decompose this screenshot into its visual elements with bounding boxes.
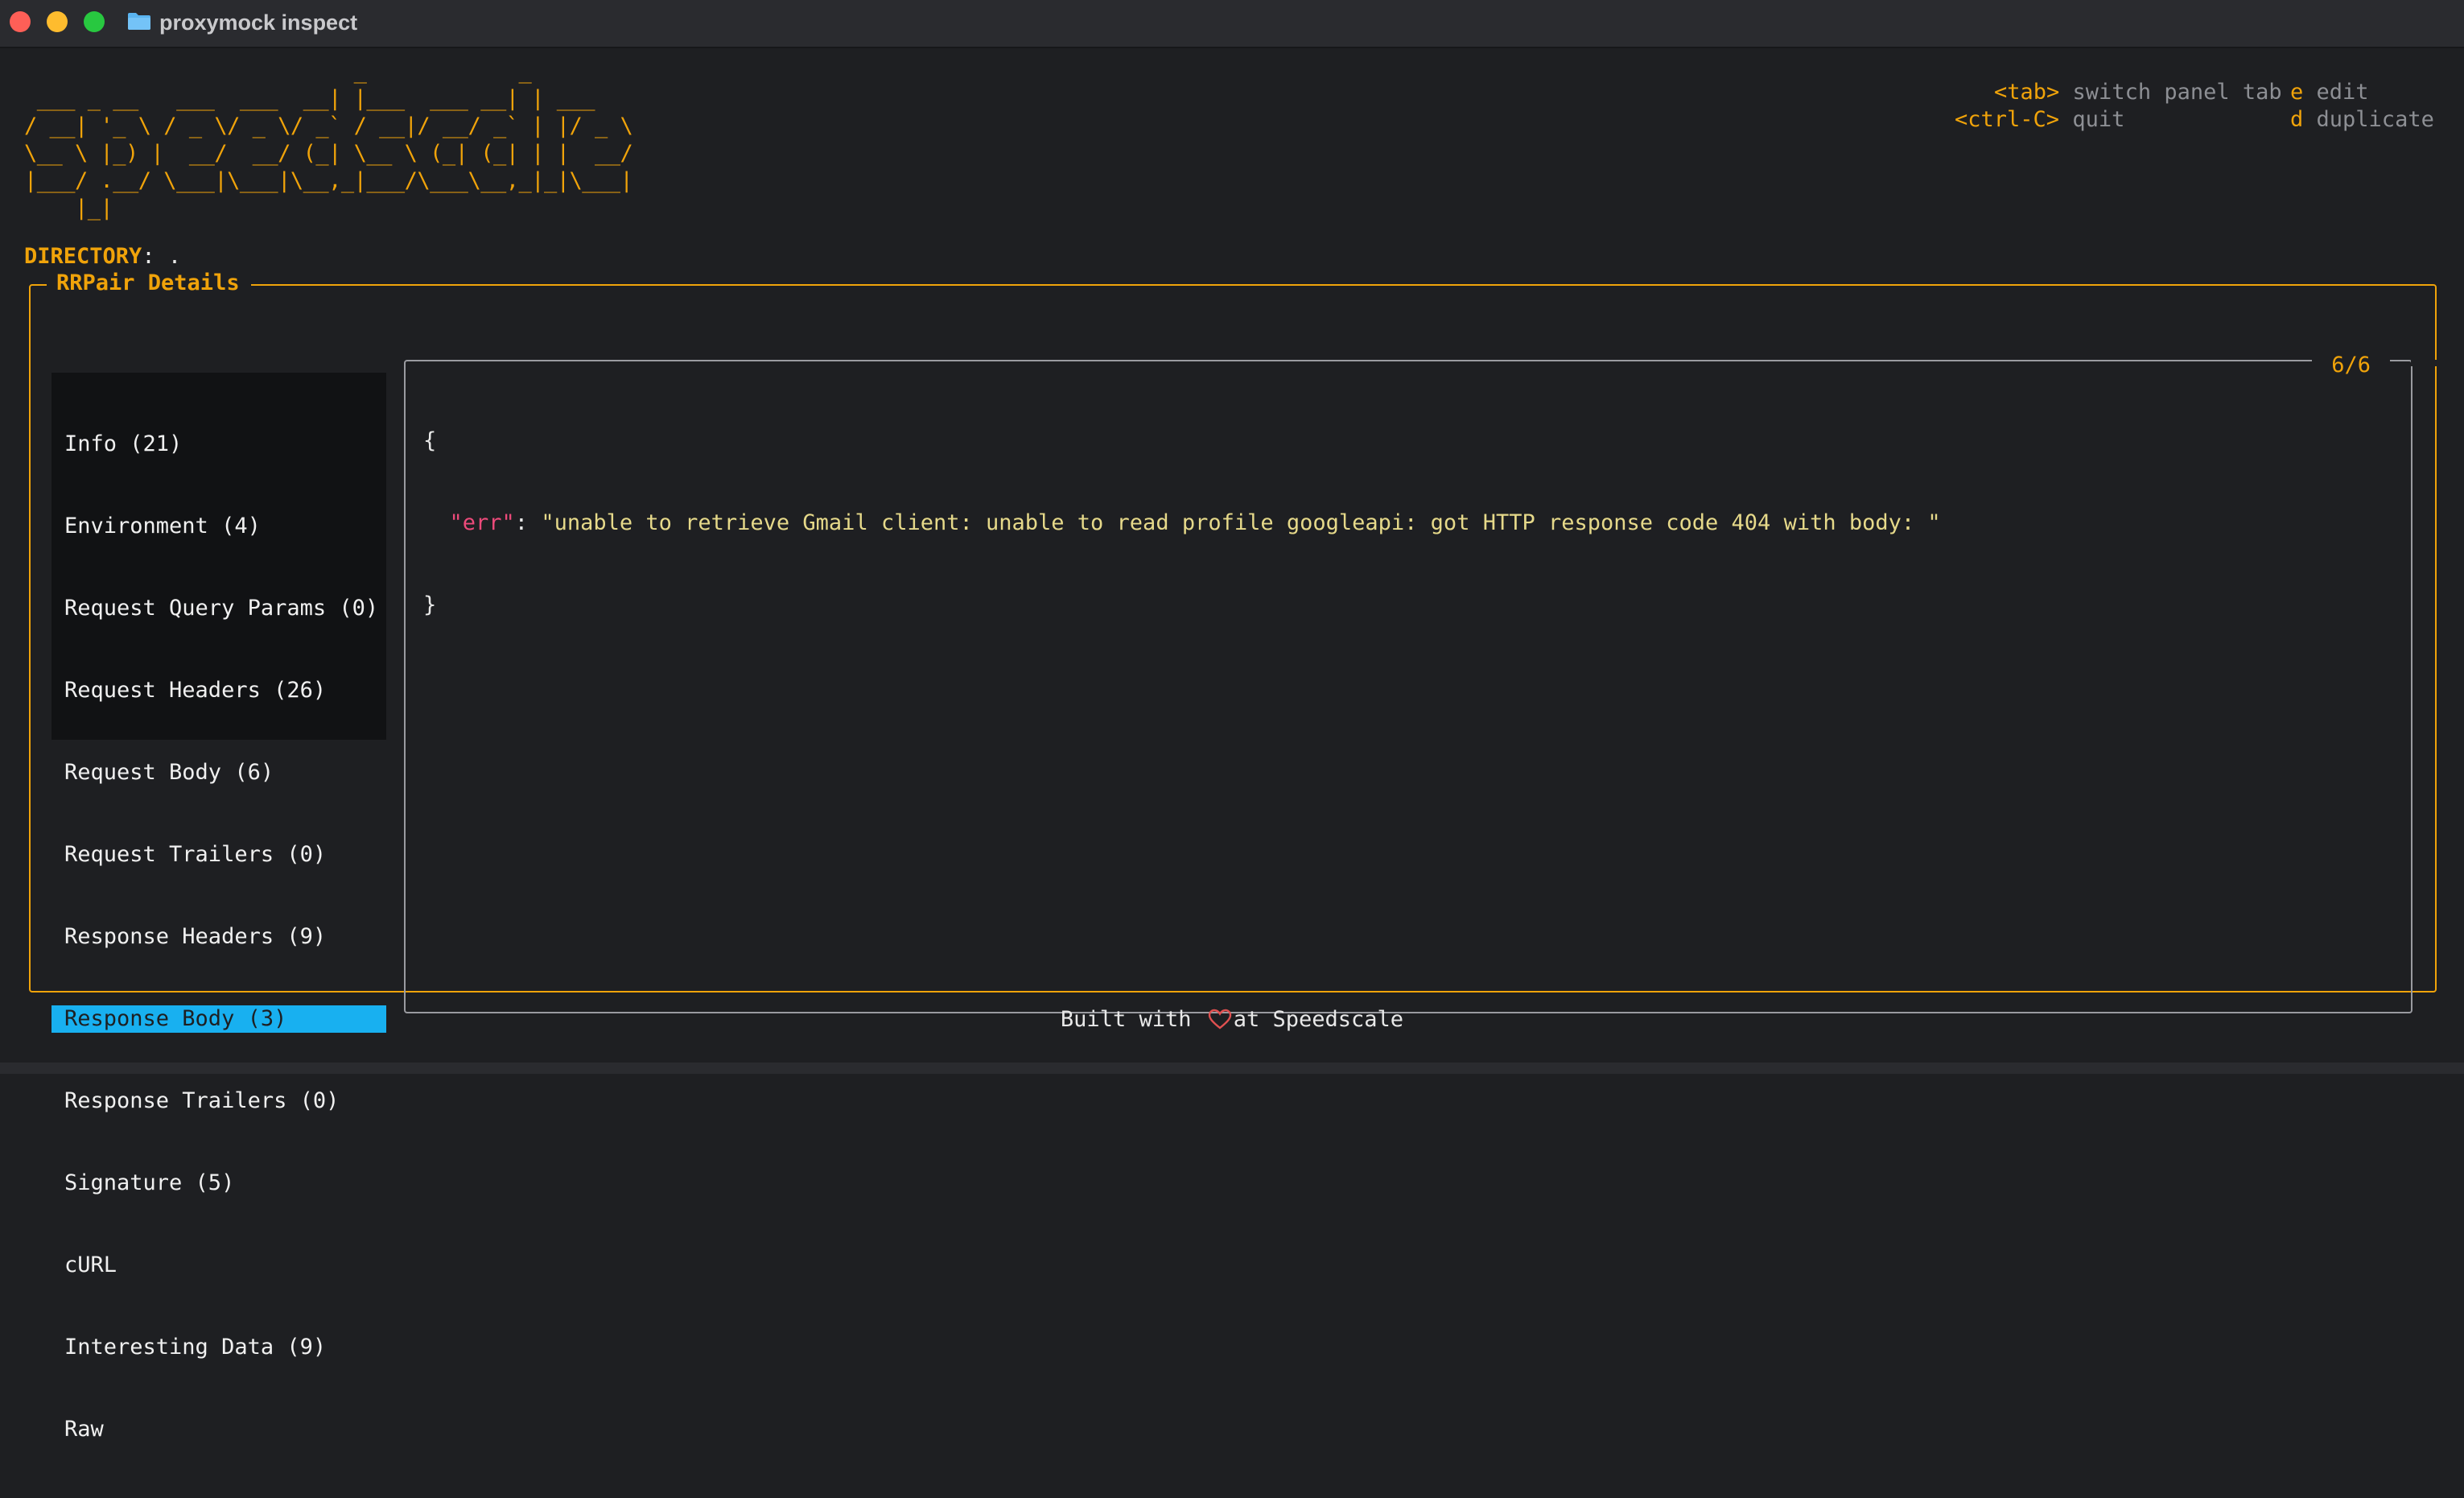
tab-request-trailers[interactable]: Request Trailers (0) (52, 841, 386, 869)
tab-curl[interactable]: cURL (52, 1252, 386, 1279)
ascii-logo-line: |_| (24, 196, 113, 221)
json-key: "err" (449, 510, 515, 535)
tab-response-headers[interactable]: Response Headers (9) (52, 923, 386, 951)
ascii-logo-line: ___ _ __ ___ ___ __| |___ ___ __| | ___ (24, 86, 595, 111)
response-body-view[interactable]: 6/6 { "err": "unable to retrieve Gmail c… (404, 352, 2446, 1013)
footer-suffix: at Speedscale (1233, 1007, 1404, 1032)
ascii-logo-line: \__ \ |_) | __/ __/ (_| \__ \ (_| (_| | … (24, 141, 633, 166)
rrpair-details-panel: RRPair Details Info (21) Environment (4)… (29, 270, 2446, 1442)
tab-request-query-params[interactable]: Request Query Params (0) (52, 595, 386, 622)
bottom-strip (0, 1063, 2464, 1074)
tab-info[interactable]: Info (21) (52, 431, 386, 458)
panel-title: RRPair Details (47, 270, 251, 297)
help-key: d (2290, 107, 2304, 132)
help-key: e (2290, 80, 2304, 105)
directory-value: . (167, 244, 182, 269)
help-item-duplicate: d duplicate (2290, 106, 2434, 134)
json-colon: : (514, 510, 542, 535)
footer-prefix: Built with (1060, 1007, 1205, 1032)
json-close-brace: } (423, 592, 437, 617)
help-label: switch panel tab (2072, 80, 2282, 105)
help-label: edit (2316, 80, 2369, 105)
tab-request-headers[interactable]: Request Headers (26) (52, 677, 386, 704)
minimize-window-button[interactable] (47, 11, 68, 32)
json-entry: "err": "unable to retrieve Gmail client:… (423, 510, 1941, 537)
tab-request-body[interactable]: Request Body (6) (52, 759, 386, 786)
ascii-logo-line: / __| '_ \ / _ \/ _ \/ _` / __|/ __/ _` … (24, 113, 633, 138)
help-key: <tab> (1994, 80, 2060, 105)
help-label: quit (2072, 107, 2125, 132)
help-item-switch-tab: <tab> switch panel tab (1994, 79, 2282, 106)
close-window-button[interactable] (10, 11, 31, 32)
help-item-quit: <ctrl-C> quit (1955, 106, 2124, 134)
directory-separator: : (142, 244, 168, 269)
tab-interesting-data[interactable]: Interesting Data (9) (52, 1334, 386, 1361)
folder-icon (128, 13, 150, 30)
details-tab-list[interactable]: Info (21) Environment (4) Request Query … (52, 373, 386, 1442)
footer: Built with at Speedscale (0, 1006, 2464, 1034)
tab-signature[interactable]: Signature (5) (52, 1170, 386, 1197)
ascii-logo-line: |___/ .__/ \___|\___|\__,_|___/\___\__,_… (24, 168, 633, 193)
help-item-edit: e edit (2290, 79, 2369, 106)
directory-label: DIRECTORY (24, 244, 142, 269)
keyboard-help: <tab> switch panel tab <ctrl-C> quit e e… (0, 79, 2434, 243)
help-key: <ctrl-C> (1955, 107, 2060, 132)
terminal-content: _ _ ___ _ __ ___ ___ __| |___ ___ __| | … (0, 48, 2464, 1442)
tab-environment[interactable]: Environment (4) (52, 513, 386, 540)
terminal-window: proxymock inspect _ _ ___ _ __ ___ ___ _… (0, 0, 2464, 1442)
ascii-logo-line: _ _ (24, 59, 532, 84)
maximize-window-button[interactable] (84, 11, 105, 32)
json-open-brace: { (423, 428, 437, 453)
json-value: "unable to retrieve Gmail client: unable… (541, 510, 1941, 535)
tab-response-trailers[interactable]: Response Trailers (0) (52, 1087, 386, 1115)
window-title: proxymock inspect (159, 10, 358, 35)
tab-raw[interactable]: Raw (52, 1416, 386, 1443)
title-bar: proxymock inspect (0, 0, 2464, 48)
heart-icon (1208, 1009, 1231, 1030)
json-body: { "err": "unable to retrieve Gmail clien… (423, 373, 1941, 674)
ascii-logo: _ _ ___ _ __ ___ ___ __| |___ ___ __| | … (24, 58, 633, 222)
directory-line: DIRECTORY: . (24, 243, 181, 270)
page-counter: 6/6 (2312, 352, 2390, 379)
help-label: duplicate (2316, 107, 2434, 132)
border-gap (2411, 360, 2446, 366)
